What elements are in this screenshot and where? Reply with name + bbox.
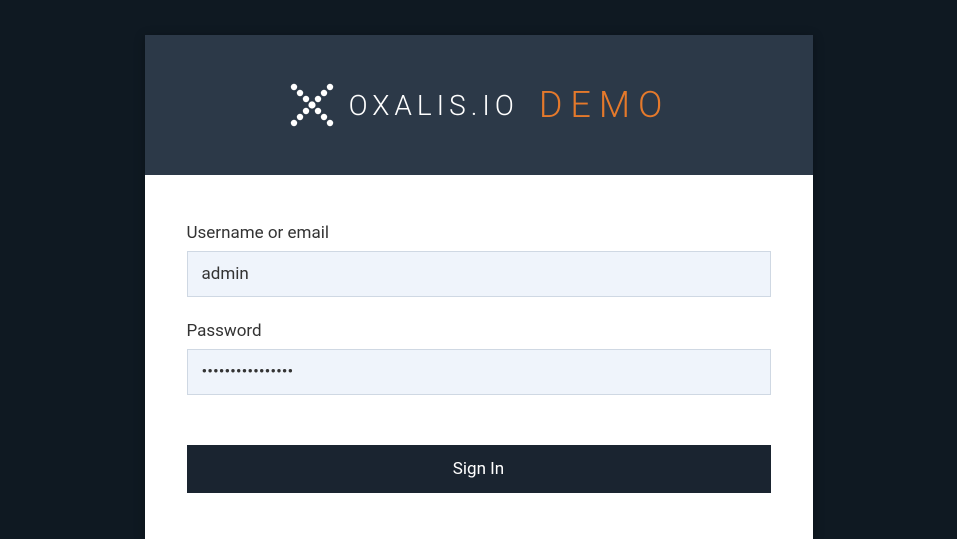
username-label: Username or email xyxy=(187,223,771,243)
password-group: Password xyxy=(187,321,771,395)
username-group: Username or email xyxy=(187,223,771,297)
password-label: Password xyxy=(187,321,771,341)
login-form: Username or email Password Sign In xyxy=(145,175,813,513)
brand-suffix: DEMO xyxy=(539,84,671,126)
username-input[interactable] xyxy=(187,251,771,297)
signin-button[interactable]: Sign In xyxy=(187,445,771,493)
password-input[interactable] xyxy=(187,349,771,395)
login-header: OXALIS.IO DEMO xyxy=(145,35,813,175)
oxalis-logo-icon xyxy=(287,80,337,130)
login-card: OXALIS.IO DEMO Username or email Passwor… xyxy=(145,35,813,539)
brand-name: OXALIS.IO xyxy=(349,89,519,122)
